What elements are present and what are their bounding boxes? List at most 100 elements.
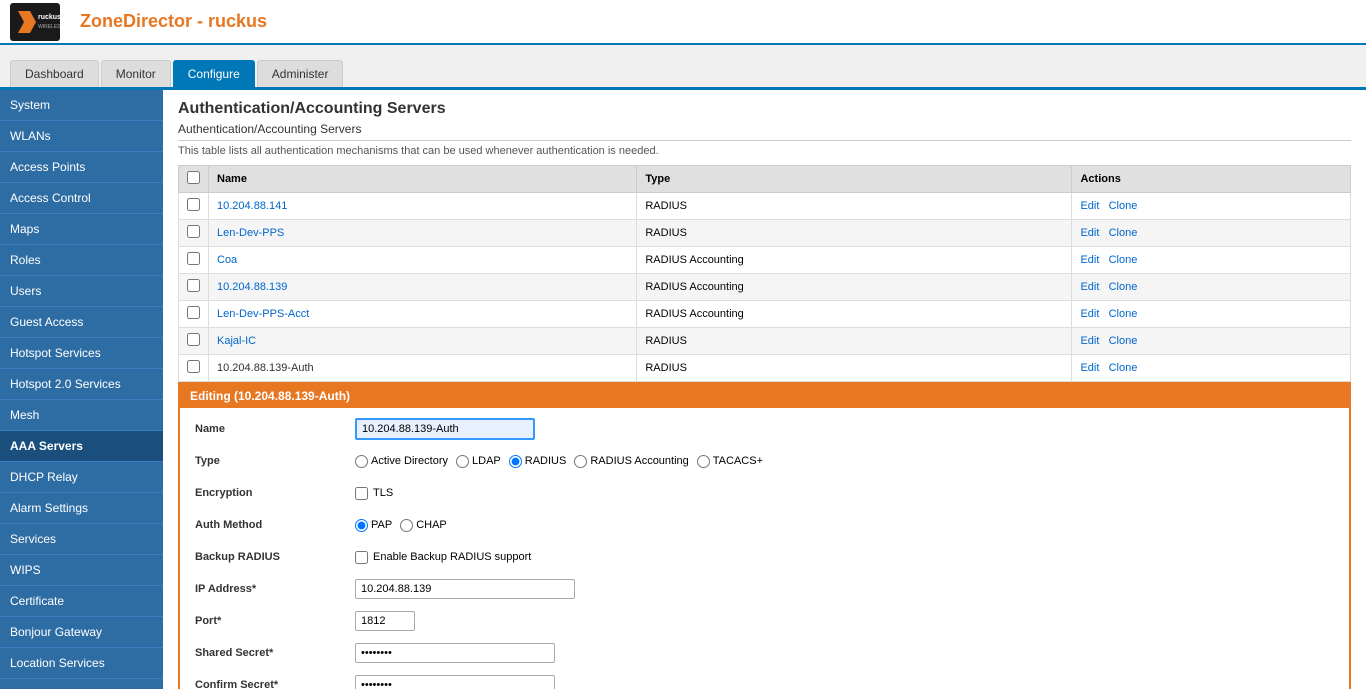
tab-administer[interactable]: Administer xyxy=(257,60,344,87)
edit-link[interactable]: Edit xyxy=(1080,308,1099,320)
clone-link[interactable]: Clone xyxy=(1109,308,1138,320)
row-name: Len-Dev-PPS xyxy=(209,220,637,247)
sidebar-item-dhcp-relay[interactable]: DHCP Relay xyxy=(0,462,163,493)
tab-configure[interactable]: Configure xyxy=(173,60,255,87)
row-type: RADIUS Accounting xyxy=(637,301,1072,328)
app-title: ZoneDirector - ruckus xyxy=(80,11,267,32)
tab-monitor[interactable]: Monitor xyxy=(101,60,171,87)
type-radius[interactable]: RADIUS xyxy=(509,455,567,468)
edit-link[interactable]: Edit xyxy=(1080,335,1099,347)
sidebar-item-access-points[interactable]: Access Points xyxy=(0,152,163,183)
tab-dashboard[interactable]: Dashboard xyxy=(10,60,99,87)
table-row: 10.204.88.139-Auth RADIUS Edit Clone xyxy=(179,355,1351,382)
clone-link[interactable]: Clone xyxy=(1109,335,1138,347)
control-type: Active Directory LDAP RADIUS RADIUS Acco… xyxy=(355,455,1334,468)
sidebar-item-mesh[interactable]: Mesh xyxy=(0,400,163,431)
sidebar-item-aaa-servers[interactable]: AAA Servers xyxy=(0,431,163,462)
backup-radius-checkbox[interactable] xyxy=(355,551,368,564)
sidebar-item-system[interactable]: System xyxy=(0,90,163,121)
row-type: RADIUS xyxy=(637,220,1072,247)
sidebar-item-guest-access[interactable]: Guest Access xyxy=(0,307,163,338)
row-checkbox-cell xyxy=(179,274,209,301)
type-tacacs[interactable]: TACACS+ xyxy=(697,455,763,468)
radio-pap[interactable] xyxy=(355,519,368,532)
sidebar-item-hotspot20-services[interactable]: Hotspot 2.0 Services xyxy=(0,369,163,400)
auth-pap[interactable]: PAP xyxy=(355,519,392,532)
tls-checkbox[interactable] xyxy=(355,487,368,500)
edit-link[interactable]: Edit xyxy=(1080,200,1099,212)
port-input[interactable] xyxy=(355,611,415,631)
clone-link[interactable]: Clone xyxy=(1109,227,1138,239)
sidebar-item-maps[interactable]: Maps xyxy=(0,214,163,245)
control-shared-secret xyxy=(355,643,1334,663)
sidebar-item-users[interactable]: Users xyxy=(0,276,163,307)
row-checkbox[interactable] xyxy=(187,198,200,211)
form-row-port: Port* xyxy=(195,608,1334,634)
shared-secret-input[interactable] xyxy=(355,643,555,663)
table-row: 10.204.88.139 RADIUS Accounting Edit Clo… xyxy=(179,274,1351,301)
label-shared-secret: Shared Secret* xyxy=(195,647,355,659)
radio-radius-accounting[interactable] xyxy=(574,455,587,468)
row-checkbox[interactable] xyxy=(187,360,200,373)
row-checkbox[interactable] xyxy=(187,225,200,238)
ip-address-input[interactable] xyxy=(355,579,575,599)
radio-chap[interactable] xyxy=(400,519,413,532)
type-active-directory[interactable]: Active Directory xyxy=(355,455,448,468)
type-radius-accounting[interactable]: RADIUS Accounting xyxy=(574,455,688,468)
row-name: 10.204.88.139 xyxy=(209,274,637,301)
radio-active-directory[interactable] xyxy=(355,455,368,468)
row-checkbox-cell xyxy=(179,355,209,382)
edit-link[interactable]: Edit xyxy=(1080,254,1099,266)
name-input[interactable] xyxy=(355,418,535,440)
type-ldap[interactable]: LDAP xyxy=(456,455,501,468)
row-checkbox[interactable] xyxy=(187,279,200,292)
row-type: RADIUS xyxy=(637,193,1072,220)
tls-label: TLS xyxy=(373,487,393,499)
edit-link[interactable]: Edit xyxy=(1080,281,1099,293)
sidebar-item-hotspot-services[interactable]: Hotspot Services xyxy=(0,338,163,369)
svg-text:ruckus: ruckus xyxy=(38,14,60,21)
sidebar: System WLANs Access Points Access Contro… xyxy=(0,90,163,689)
label-auth-method: Auth Method xyxy=(195,519,355,531)
logo: ruckus WIRELESS xyxy=(10,3,60,41)
sidebar-item-wlans[interactable]: WLANs xyxy=(0,121,163,152)
sidebar-item-roles[interactable]: Roles xyxy=(0,245,163,276)
clone-link[interactable]: Clone xyxy=(1109,200,1138,212)
row-checkbox-cell xyxy=(179,220,209,247)
edit-link[interactable]: Edit xyxy=(1080,362,1099,374)
row-checkbox[interactable] xyxy=(187,333,200,346)
form-row-encryption: Encryption TLS xyxy=(195,480,1334,506)
row-checkbox[interactable] xyxy=(187,306,200,319)
clone-link[interactable]: Clone xyxy=(1109,281,1138,293)
row-name: Len-Dev-PPS-Acct xyxy=(209,301,637,328)
form-row-name: Name xyxy=(195,416,1334,442)
editing-panel: Editing (10.204.88.139-Auth) Name Type A… xyxy=(178,382,1351,689)
editing-panel-header: Editing (10.204.88.139-Auth) xyxy=(180,384,1349,408)
form-row-ip-address: IP Address* xyxy=(195,576,1334,602)
nav-tabs: Dashboard Monitor Configure Administer xyxy=(0,45,1366,90)
ruckus-logo-icon: ruckus WIRELESS xyxy=(10,3,60,41)
radio-radius[interactable] xyxy=(509,455,522,468)
sidebar-item-access-control[interactable]: Access Control xyxy=(0,183,163,214)
sidebar-item-location-services[interactable]: Location Services xyxy=(0,648,163,679)
clone-link[interactable]: Clone xyxy=(1109,254,1138,266)
page-subtitle: Authentication/Accounting Servers xyxy=(178,122,1351,141)
sidebar-item-bonjour-gateway[interactable]: Bonjour Gateway xyxy=(0,617,163,648)
sidebar-item-services[interactable]: Services xyxy=(0,524,163,555)
sidebar-item-wips[interactable]: WIPS xyxy=(0,555,163,586)
row-actions: Edit Clone xyxy=(1072,274,1351,301)
clone-link[interactable]: Clone xyxy=(1109,362,1138,374)
confirm-secret-input[interactable] xyxy=(355,675,555,689)
radio-tacacs[interactable] xyxy=(697,455,710,468)
row-checkbox[interactable] xyxy=(187,252,200,265)
select-all-checkbox[interactable] xyxy=(187,171,200,184)
row-name: 10.204.88.139-Auth xyxy=(209,355,637,382)
sidebar-item-alarm-settings[interactable]: Alarm Settings xyxy=(0,493,163,524)
row-name: Kajal-IC xyxy=(209,328,637,355)
auth-chap[interactable]: CHAP xyxy=(400,519,447,532)
table-row: Coa RADIUS Accounting Edit Clone xyxy=(179,247,1351,274)
edit-link[interactable]: Edit xyxy=(1080,227,1099,239)
body: System WLANs Access Points Access Contro… xyxy=(0,90,1366,689)
sidebar-item-certificate[interactable]: Certificate xyxy=(0,586,163,617)
radio-ldap[interactable] xyxy=(456,455,469,468)
